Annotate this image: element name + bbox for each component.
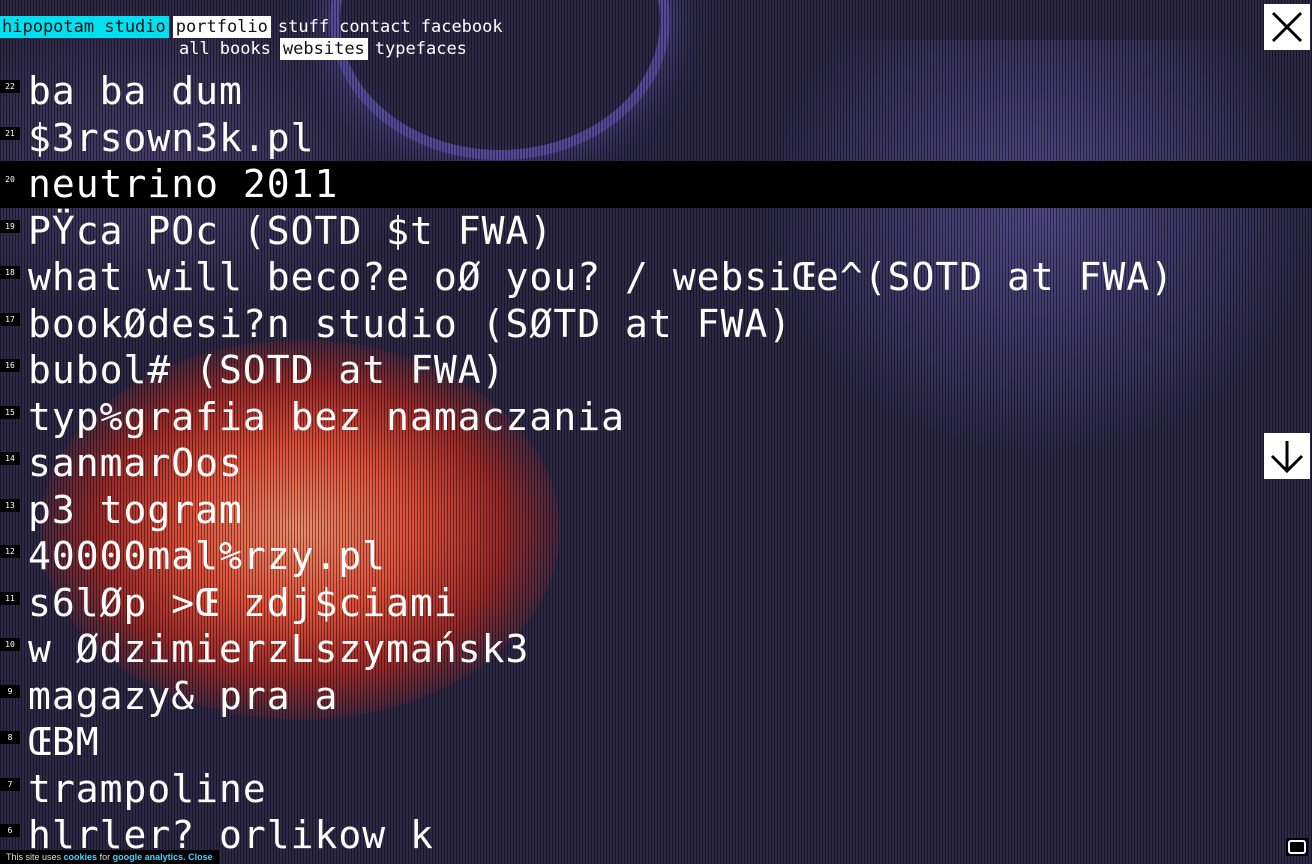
project-item[interactable]: 15 typ%grafia bez namaczania xyxy=(0,394,1312,441)
project-title: trampoline xyxy=(28,766,267,811)
project-item[interactable]: 10 w ØdzimierzLszymańsk3 xyxy=(0,626,1312,673)
project-number: 9 xyxy=(0,684,20,698)
project-number: 16 xyxy=(0,359,20,372)
project-title: magazy& pra a xyxy=(28,673,339,718)
cookie-notice: This site uses cookies for google analyt… xyxy=(0,850,219,864)
filter-all[interactable]: all xyxy=(178,38,211,60)
project-title: ŒBM xyxy=(28,720,100,764)
project-number: 13 xyxy=(0,498,20,512)
project-number: 17 xyxy=(0,312,20,326)
project-item[interactable]: 22 ba ba dum xyxy=(0,68,1312,115)
project-number: 12 xyxy=(0,545,20,558)
fullscreen-button[interactable] xyxy=(1286,838,1308,856)
nav-portfolio[interactable]: portfolio xyxy=(172,16,271,38)
project-item[interactable]: 18 what will beco?e oØ you? / websiŒe^(SO… xyxy=(0,254,1312,301)
arrow-down-icon xyxy=(1270,441,1304,474)
project-number: 18 xyxy=(0,266,20,279)
project-title: typ%grafia bez namaczania xyxy=(28,394,625,439)
project-title: neutrino 2011 xyxy=(28,162,339,206)
project-list: 22 ba ba dum 21 $3rsown3k.pl 20 neutrino 20… xyxy=(0,68,1312,859)
project-title: PŸca POc (SOTD $t FWA) xyxy=(28,208,554,253)
close-icon xyxy=(1271,11,1303,43)
fullscreen-icon xyxy=(1288,840,1306,854)
project-item[interactable]: 14 sanmarOos xyxy=(0,440,1312,487)
project-item[interactable]: 12 40000mal%rzy.pl xyxy=(0,533,1312,580)
project-title: ba ba dum xyxy=(28,69,243,113)
nav-stuff[interactable]: stuff xyxy=(277,16,330,38)
project-title: bubol# (SOTD at FWA) xyxy=(28,348,506,392)
project-item-active[interactable]: 20 neutrino 2011 xyxy=(0,161,1312,208)
project-item[interactable]: 11 s6lØp >Œ zdj$ciami xyxy=(0,580,1312,627)
project-title: sanmarOos xyxy=(28,441,243,485)
project-number: 19 xyxy=(0,219,20,233)
project-number: 6 xyxy=(0,824,20,837)
project-title: s6lØp >Œ zdj$ciami xyxy=(28,580,458,625)
main-navigation: hipopotam studio portfolio stuff contact… xyxy=(0,16,512,60)
nav-secondary-row: all books websites typefaces xyxy=(178,38,512,60)
cookie-text-prefix: This site uses xyxy=(6,852,62,862)
project-number: 14 xyxy=(0,452,20,465)
scroll-down-button[interactable] xyxy=(1264,433,1310,479)
project-item[interactable]: 19 PŸca POc (SOTD $t FWA) xyxy=(0,208,1312,255)
project-title: bookØdesi?n studio (SØTD at FWA) xyxy=(28,301,793,346)
filter-websites[interactable]: websites xyxy=(279,38,368,60)
project-title: p3 togram xyxy=(28,487,243,532)
cookie-text-middle: for xyxy=(99,852,111,862)
project-number: 21 xyxy=(0,126,20,140)
project-item[interactable]: 7 trampoline xyxy=(0,766,1312,813)
project-item[interactable]: 16 bubol# (SOTD at FWA) xyxy=(0,347,1312,394)
cookie-close-link[interactable]: Close xyxy=(188,852,213,862)
project-number: 11 xyxy=(0,591,20,605)
project-item[interactable]: 13 p3 togram xyxy=(0,487,1312,534)
project-number: 22 xyxy=(0,80,20,93)
project-item[interactable]: 8 ŒBM xyxy=(0,719,1312,766)
project-title: w ØdzimierzLszymańsk3 xyxy=(28,627,530,671)
project-title: $3rsown3k.pl xyxy=(28,115,315,160)
project-title: what will beco?e oØ you? / websiŒe^(SOTD… xyxy=(28,255,1175,299)
nav-primary-row: hipopotam studio portfolio stuff contact… xyxy=(0,16,512,38)
brand-link[interactable]: hipopotam studio xyxy=(0,16,169,38)
project-item[interactable]: 17 bookØdesi?n studio (SØTD at FWA) xyxy=(0,301,1312,348)
filter-typefaces[interactable]: typefaces xyxy=(374,38,468,60)
project-item[interactable]: 21 $3rsown3k.pl xyxy=(0,115,1312,162)
nav-contact[interactable]: contact xyxy=(338,16,412,38)
project-number: 20 xyxy=(0,173,20,186)
filter-books[interactable]: books xyxy=(219,38,272,60)
project-number: 15 xyxy=(0,405,20,419)
google-analytics-link[interactable]: google analytics. xyxy=(113,852,186,862)
project-item[interactable]: 9 magazy& pra a xyxy=(0,673,1312,720)
project-number: 7 xyxy=(0,777,20,791)
cookies-link[interactable]: cookies xyxy=(64,852,98,862)
project-title: 40000mal%rzy.pl xyxy=(28,534,387,578)
project-number: 8 xyxy=(0,731,20,744)
project-number: 10 xyxy=(0,638,20,651)
nav-facebook[interactable]: facebook xyxy=(420,16,504,38)
close-button[interactable] xyxy=(1264,4,1310,50)
